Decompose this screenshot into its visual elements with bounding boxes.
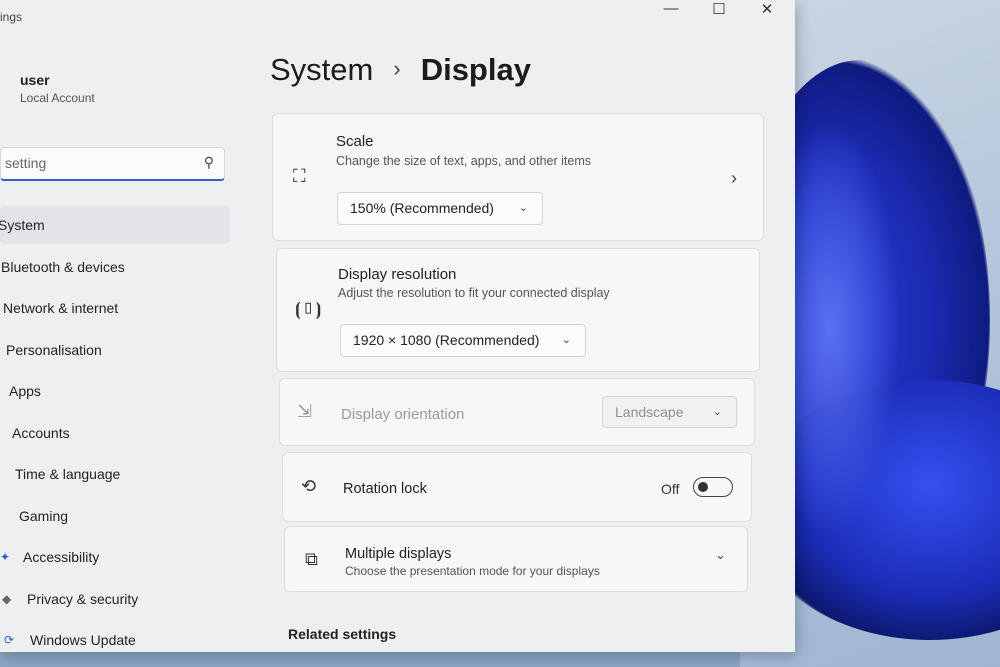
multiple-displays-subtitle: Choose the presentation mode for your di… bbox=[345, 564, 600, 578]
accessibility-icon: ✦ bbox=[0, 550, 11, 564]
sidebar-item-accounts[interactable]: Accounts bbox=[0, 414, 230, 452]
chevron-down-icon: ⌄ bbox=[561, 334, 571, 346]
multiple-displays-icon: ⧉ bbox=[305, 549, 318, 569]
rotation-lock-toggle[interactable] bbox=[693, 477, 733, 497]
resolution-dropdown-value: 1920 × 1080 (Recommended) bbox=[353, 332, 540, 348]
sidebar-item-label: Personalisation bbox=[6, 341, 102, 358]
settings-window: ings — ☐ ✕ user Local Account ⚲ System B… bbox=[0, 0, 795, 652]
sidebar-item-label: System bbox=[0, 217, 45, 233]
multiple-displays-card[interactable]: ⧉ Multiple displays Choose the presentat… bbox=[284, 526, 748, 592]
sidebar-item-label: Accessibility bbox=[23, 549, 100, 565]
rotation-lock-state: Off bbox=[661, 481, 680, 497]
orientation-icon: ⇲ bbox=[297, 401, 313, 421]
chevron-down-icon[interactable]: ⌄ bbox=[715, 547, 726, 563]
breadcrumb-separator: › bbox=[393, 56, 401, 81]
chevron-right-icon[interactable]: › bbox=[731, 168, 737, 189]
multiple-displays-title: Multiple displays bbox=[345, 546, 452, 562]
sidebar-nav: System Bluetooth & devices Network & int… bbox=[0, 206, 230, 663]
sidebar-item-personalisation[interactable]: Personalisation bbox=[0, 331, 230, 369]
sidebar-item-gaming[interactable]: Gaming bbox=[0, 497, 230, 535]
sidebar-item-system[interactable]: System bbox=[0, 206, 230, 244]
resolution-title: Display resolution bbox=[338, 266, 457, 283]
search-box[interactable]: ⚲ bbox=[0, 147, 225, 181]
user-name: user bbox=[20, 72, 50, 88]
resolution-dropdown[interactable]: 1920 × 1080 (Recommended) ⌄ bbox=[340, 324, 586, 357]
sidebar-item-label: Windows Update bbox=[30, 632, 136, 648]
scale-icon: ⛶ bbox=[293, 166, 306, 186]
rotation-lock-card: ⟲ Rotation lock Off bbox=[282, 452, 752, 522]
search-input[interactable] bbox=[3, 154, 187, 172]
resolution-icon: ⦗▯⦘ bbox=[295, 299, 322, 319]
orientation-dropdown-value: Landscape bbox=[615, 404, 684, 420]
display-resolution-card: ⦗▯⦘ Display resolution Adjust the resolu… bbox=[276, 248, 760, 372]
sidebar-item-label: Privacy & security bbox=[27, 590, 139, 607]
scale-dropdown-value: 150% (Recommended) bbox=[350, 200, 494, 216]
sidebar-item-privacy[interactable]: ◆ Privacy & security bbox=[0, 580, 230, 618]
rotation-lock-icon: ⟲ bbox=[301, 476, 317, 496]
scale-subtitle: Change the size of text, apps, and other… bbox=[336, 154, 592, 168]
sidebar-item-bluetooth[interactable]: Bluetooth & devices bbox=[0, 248, 230, 286]
related-settings-heading: Related settings bbox=[288, 626, 397, 642]
shield-icon: ◆ bbox=[2, 591, 12, 606]
scale-dropdown[interactable]: 150% (Recommended) ⌄ bbox=[337, 192, 543, 225]
account-type: Local Account bbox=[20, 91, 95, 105]
breadcrumb-parent[interactable]: System bbox=[270, 52, 373, 87]
maximize-button[interactable]: ☐ bbox=[709, 0, 729, 18]
display-orientation-card: ⇲ Display orientation Landscape ⌄ bbox=[279, 378, 755, 446]
chevron-down-icon: ⌄ bbox=[712, 406, 722, 418]
resolution-subtitle: Adjust the resolution to fit your connec… bbox=[338, 286, 610, 300]
sidebar-item-label: Accounts bbox=[12, 424, 70, 441]
chevron-down-icon: ⌄ bbox=[518, 202, 528, 214]
minimize-button[interactable]: — bbox=[661, 0, 681, 18]
sidebar-item-label: Time & language bbox=[15, 466, 121, 482]
sidebar-item-label: Network & internet bbox=[3, 300, 119, 316]
sidebar-item-label: Bluetooth & devices bbox=[1, 258, 125, 275]
sidebar-item-label: Gaming bbox=[19, 507, 69, 524]
user-profile[interactable]: user Local Account bbox=[20, 72, 95, 105]
scale-title: Scale bbox=[336, 133, 374, 150]
sidebar-item-label: Apps bbox=[9, 383, 41, 399]
orientation-dropdown: Landscape ⌄ bbox=[602, 396, 737, 428]
toggle-knob bbox=[698, 482, 708, 492]
scale-card[interactable]: ⛶ Scale Change the size of text, apps, a… bbox=[272, 113, 764, 241]
rotation-lock-title: Rotation lock bbox=[343, 481, 427, 497]
sidebar-item-network[interactable]: Network & internet bbox=[0, 289, 230, 327]
close-button[interactable]: ✕ bbox=[757, 0, 777, 18]
sidebar-item-apps[interactable]: Apps bbox=[0, 372, 230, 410]
sidebar-item-windows-update[interactable]: ⟳ Windows Update bbox=[0, 621, 230, 659]
orientation-title: Display orientation bbox=[341, 406, 465, 423]
window-controls: — ☐ ✕ bbox=[661, 0, 777, 18]
breadcrumb: System › Display bbox=[270, 52, 531, 88]
app-title: ings bbox=[0, 10, 23, 24]
sidebar-item-accessibility[interactable]: ✦ Accessibility bbox=[0, 538, 230, 576]
search-icon[interactable]: ⚲ bbox=[204, 154, 214, 171]
page-title: Display bbox=[420, 52, 531, 87]
update-icon: ⟳ bbox=[4, 633, 15, 647]
sidebar-item-time-language[interactable]: Time & language bbox=[0, 455, 230, 493]
